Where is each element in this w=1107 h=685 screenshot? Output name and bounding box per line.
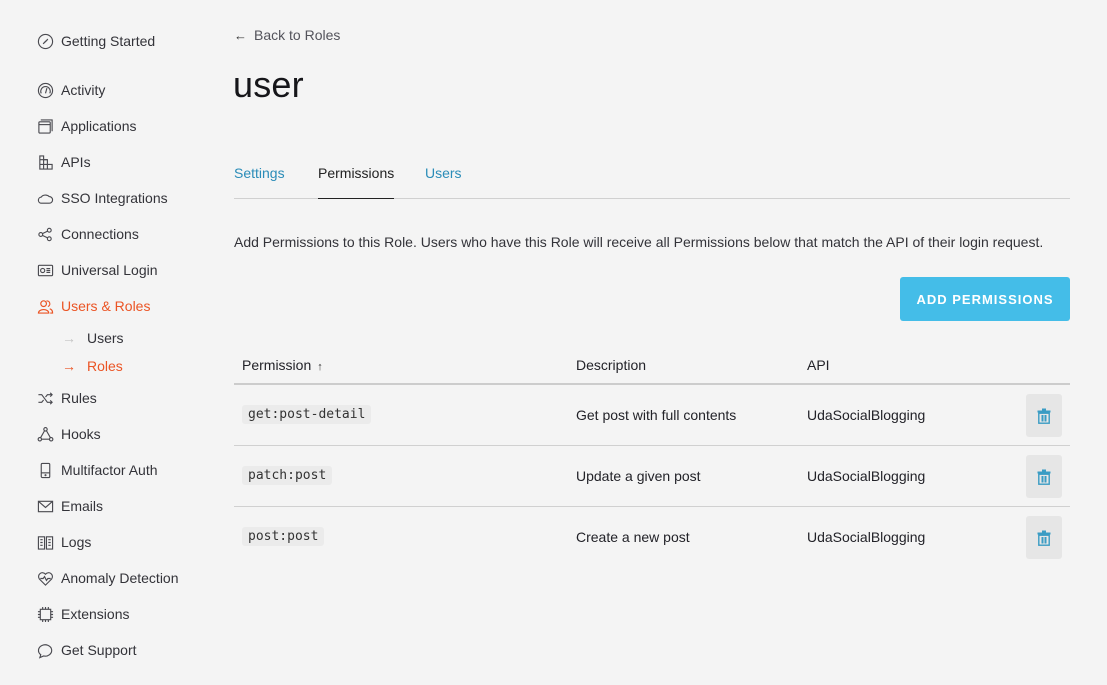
arrow-right-icon: → (62, 358, 76, 374)
permission-api: UdaSocialBlogging (807, 529, 926, 545)
sidebar-item-label: Anomaly Detection (61, 570, 179, 586)
table-row: get:post-detail Get post with full conte… (234, 385, 1070, 446)
permission-description: Get post with full contents (576, 407, 737, 423)
column-header-permission[interactable]: Permission ↑ (242, 357, 323, 373)
permission-description: Update a given post (576, 468, 701, 484)
applications-icon (36, 117, 54, 135)
sidebar-item-label: Rules (61, 390, 97, 406)
compass-icon (36, 32, 54, 50)
sidebar-item-universal-login[interactable]: Universal Login (36, 260, 158, 280)
hooks-icon (36, 425, 54, 443)
sidebar-subitem-users[interactable]: → Users (62, 329, 124, 347)
sidebar-item-label: Multifactor Auth (61, 462, 158, 478)
sidebar-subitem-label: Roles (87, 358, 123, 374)
sidebar-item-label: Applications (61, 118, 137, 134)
sidebar-subitem-roles[interactable]: → Roles (62, 357, 123, 375)
sidebar-item-sso-integrations[interactable]: SSO Integrations (36, 188, 168, 208)
page-title: user (233, 64, 304, 105)
arrow-left-icon: ← (234, 27, 247, 43)
sidebar-item-label: Activity (61, 82, 106, 98)
table-row: post:post Create a new post UdaSocialBlo… (234, 507, 1070, 568)
tab-users[interactable]: Users (425, 165, 462, 199)
chip-icon (36, 605, 54, 623)
sidebar-item-label: APIs (61, 154, 91, 170)
sidebar-item-getting-started[interactable]: Getting Started (36, 31, 155, 51)
shuffle-icon (36, 389, 54, 407)
sidebar-item-label: SSO Integrations (61, 190, 168, 206)
permission-api: UdaSocialBlogging (807, 407, 926, 423)
sidebar-item-emails[interactable]: Emails (36, 496, 103, 516)
chat-bubble-icon (36, 641, 54, 659)
sidebar-item-apis[interactable]: APIs (36, 152, 91, 172)
tab-permissions[interactable]: Permissions (318, 165, 395, 199)
delete-permission-button[interactable] (1026, 394, 1062, 437)
trash-icon (1037, 530, 1051, 546)
sidebar-item-rules[interactable]: Rules (36, 388, 97, 408)
sidebar-item-label: Logs (61, 534, 92, 550)
delete-permission-button[interactable] (1026, 455, 1062, 498)
sidebar-item-multifactor-auth[interactable]: Multifactor Auth (36, 460, 158, 480)
sidebar-item-logs[interactable]: Logs (36, 532, 91, 552)
sidebar-item-activity[interactable]: Activity (36, 80, 105, 100)
table-row: patch:post Update a given post UdaSocial… (234, 446, 1070, 507)
sidebar-item-users-roles[interactable]: Users & Roles (36, 296, 150, 316)
sidebar-item-label: Getting Started (61, 33, 156, 49)
permission-name: get:post-detail (242, 405, 372, 424)
apis-icon (36, 153, 54, 171)
mail-icon (36, 497, 54, 515)
sidebar-item-label: Extensions (61, 606, 130, 622)
trash-icon (1037, 408, 1051, 424)
sidebar-subitem-label: Users (87, 330, 124, 346)
sidebar-item-label: Hooks (61, 426, 101, 442)
sidebar-item-label: Users & Roles (61, 298, 151, 314)
share-icon (36, 225, 54, 243)
table-header: Permission ↑ Description API (234, 346, 1070, 385)
column-header-api: API (807, 357, 830, 373)
permissions-table: Permission ↑ Description API get:post-det… (234, 346, 1070, 568)
permission-name: patch:post (242, 466, 333, 485)
login-card-icon (36, 261, 54, 279)
back-link-label: Back to Roles (254, 27, 341, 43)
permission-name: post:post (242, 527, 325, 546)
sidebar-item-extensions[interactable]: Extensions (36, 604, 129, 624)
intro-text: Add Permissions to this Role. Users who … (234, 234, 1044, 250)
sidebar-item-label: Emails (61, 498, 104, 514)
column-header-description: Description (576, 357, 647, 373)
column-header-label: Permission (242, 357, 312, 373)
trash-icon (1037, 469, 1051, 485)
sidebar-item-get-support[interactable]: Get Support (36, 640, 137, 660)
sidebar-item-hooks[interactable]: Hooks (36, 424, 101, 444)
book-icon (36, 533, 54, 551)
users-icon (36, 297, 54, 315)
sidebar-item-applications[interactable]: Applications (36, 116, 137, 136)
sort-ascending-icon[interactable]: ↑ (317, 361, 323, 373)
sidebar-item-label: Universal Login (61, 262, 158, 278)
heart-pulse-icon (36, 569, 54, 587)
phone-icon (36, 461, 54, 479)
sidebar: Getting Started Activity Applications AP… (0, 0, 220, 685)
delete-permission-button[interactable] (1026, 516, 1062, 559)
sidebar-item-connections[interactable]: Connections (36, 224, 139, 244)
tab-settings[interactable]: Settings (234, 165, 285, 199)
gauge-icon (36, 81, 54, 99)
tab-bar: Settings Permissions Users (234, 162, 1070, 199)
permission-api: UdaSocialBlogging (807, 468, 926, 484)
add-permissions-button[interactable]: ADD PERMISSIONS (900, 277, 1070, 321)
permission-description: Create a new post (576, 529, 690, 545)
sidebar-item-anomaly-detection[interactable]: Anomaly Detection (36, 568, 179, 588)
sidebar-item-label: Get Support (61, 642, 137, 658)
back-to-roles-link[interactable]: ← Back to Roles (234, 26, 340, 44)
cloud-icon (36, 189, 54, 207)
sidebar-item-label: Connections (61, 226, 139, 242)
arrow-right-icon: → (62, 330, 76, 346)
